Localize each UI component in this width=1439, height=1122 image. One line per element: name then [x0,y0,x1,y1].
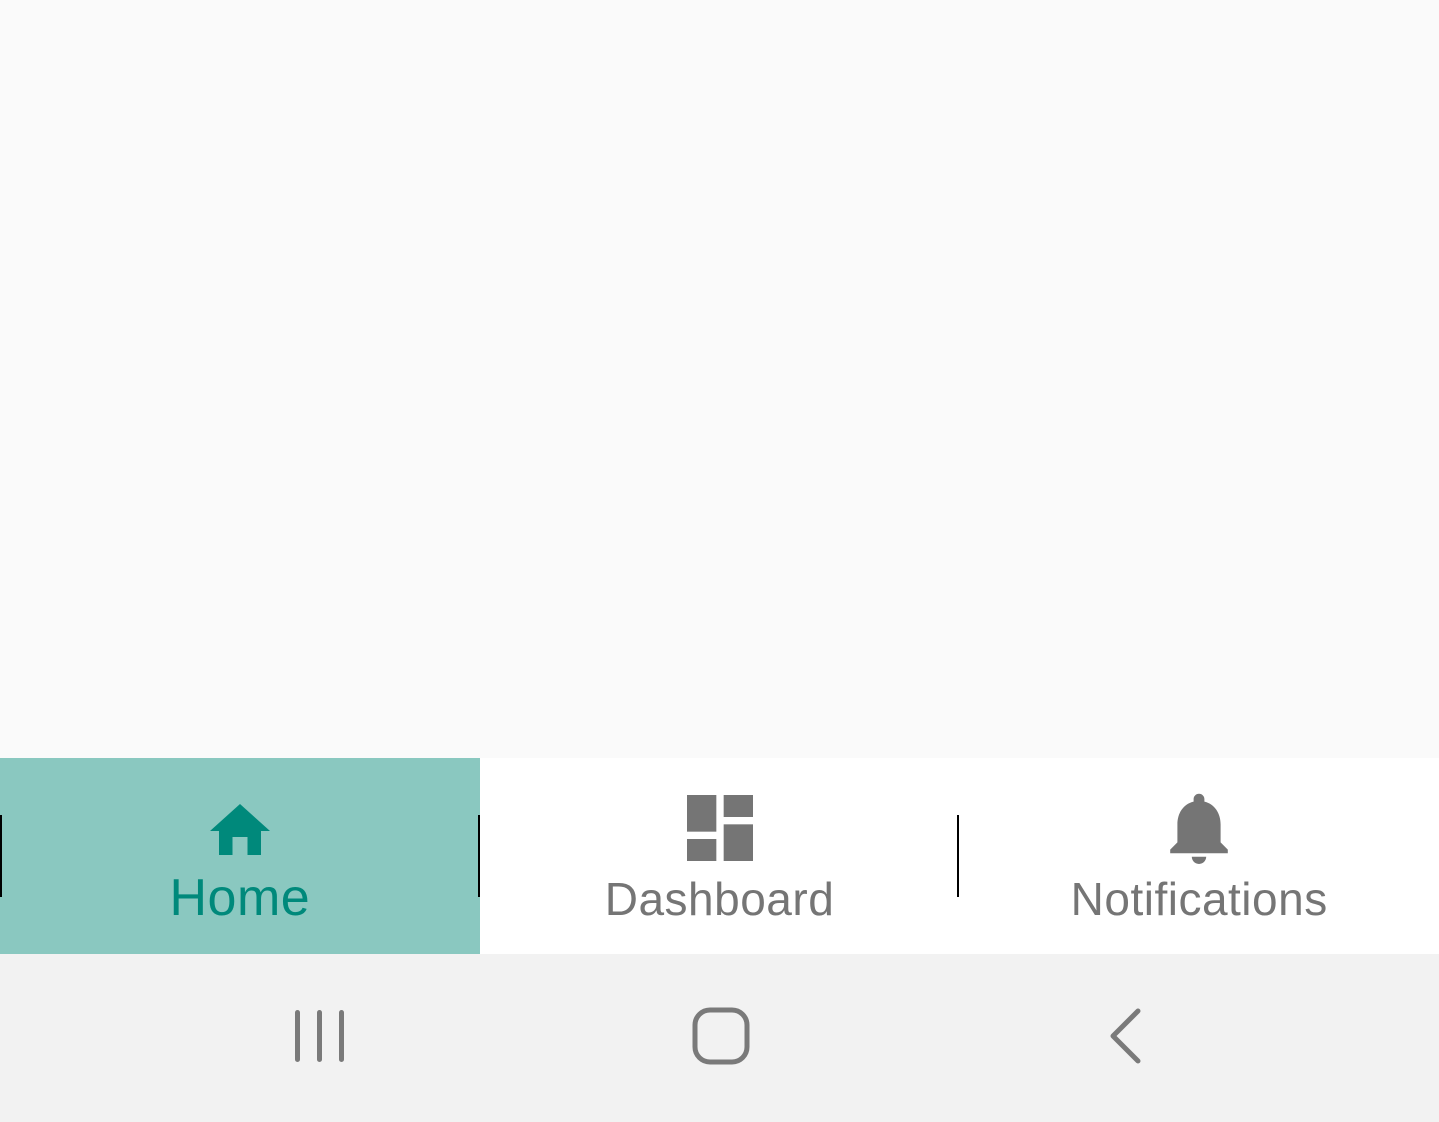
nav-item-notifications[interactable]: Notifications [959,758,1439,954]
recent-apps-button[interactable] [240,954,400,1122]
nav-item-label: Home [169,869,311,927]
back-icon [1107,1008,1143,1069]
system-home-button[interactable] [641,954,801,1122]
dashboard-icon [680,788,760,868]
home-icon [200,788,280,868]
nav-item-dashboard[interactable]: Dashboard [480,758,960,954]
bell-icon [1159,788,1239,868]
home-outline-icon [692,1007,750,1070]
nav-item-label: Notifications [1070,873,1328,925]
nav-item-home[interactable]: Home [0,758,480,954]
recent-apps-icon [293,1009,347,1068]
bottom-navigation: Home Dashboard Notifications [0,758,1439,954]
back-button[interactable] [1045,954,1205,1122]
system-navigation-bar [0,954,1439,1122]
main-content [0,0,1439,758]
nav-item-label: Dashboard [604,873,835,925]
divider [0,815,2,897]
